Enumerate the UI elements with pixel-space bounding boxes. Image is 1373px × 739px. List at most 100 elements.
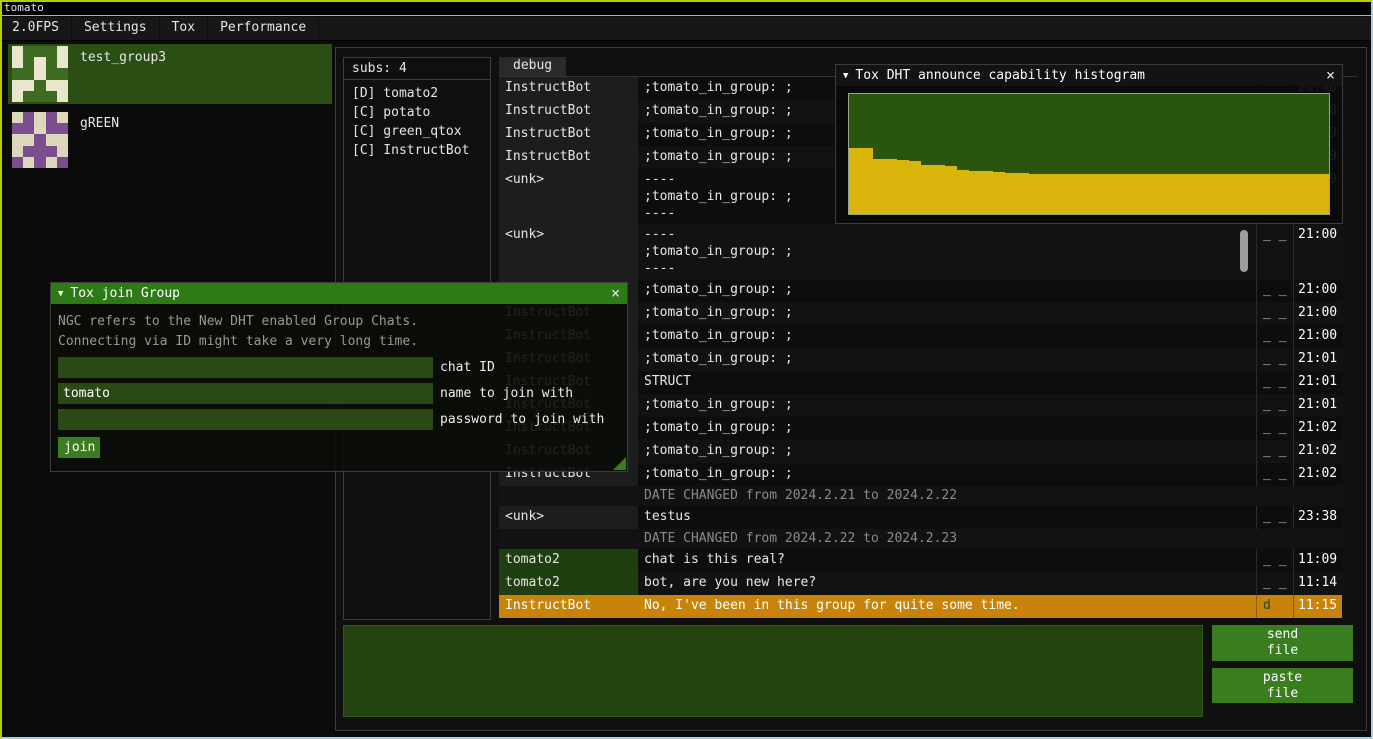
chat-time: 21:01 xyxy=(1293,371,1342,394)
histogram-bar xyxy=(1173,174,1185,214)
histogram-bar xyxy=(897,160,909,214)
histogram-bar xyxy=(1305,174,1317,214)
chat-message: chat is this real? xyxy=(638,549,1256,572)
fps-indicator: 2.0FPS xyxy=(0,17,72,40)
histogram-bar xyxy=(1221,174,1233,214)
chat-sender: InstructBot xyxy=(499,100,638,123)
histogram-bar xyxy=(1245,174,1257,214)
histogram-bar xyxy=(1293,174,1305,214)
histogram-bar xyxy=(1077,174,1089,214)
join-input-0[interactable] xyxy=(58,357,433,378)
chat-row[interactable]: tomato2bot, are you new here?_ _11:14 xyxy=(499,572,1342,595)
collapse-arrow-icon[interactable]: ▼ xyxy=(58,289,63,299)
histogram-bar xyxy=(1197,174,1209,214)
chat-message: ;tomato_in_group: ; xyxy=(638,348,1256,371)
histogram-titlebar[interactable]: ▼ Tox DHT announce capability histogram … xyxy=(836,65,1342,86)
histogram-bar xyxy=(873,159,885,214)
collapse-arrow-icon[interactable]: ▼ xyxy=(843,71,848,81)
histogram-bar xyxy=(1317,174,1329,214)
chat-sender: <unk> xyxy=(499,506,638,529)
chat-message: ;tomato_in_group: ; xyxy=(638,440,1256,463)
member-item[interactable]: [D] tomato2 xyxy=(344,85,490,104)
join-info-lines: NGC refers to the New DHT enabled Group … xyxy=(58,312,620,352)
chat-time: 21:01 xyxy=(1293,394,1342,417)
chat-message: ;tomato_in_group: ; xyxy=(638,394,1256,417)
contact-avatar xyxy=(12,112,68,168)
chat-message: STRUCT xyxy=(638,371,1256,394)
join-group-window: ▼ Tox join Group × NGC refers to the New… xyxy=(50,282,628,472)
paste-file-button[interactable]: paste file xyxy=(1212,668,1353,703)
histogram-bars xyxy=(849,94,1329,214)
join-input-2[interactable] xyxy=(58,409,433,430)
chat-flags: _ _ xyxy=(1256,325,1293,348)
chat-flags: _ _ xyxy=(1256,440,1293,463)
chat-sender: tomato2 xyxy=(499,572,638,595)
message-scrollbar[interactable] xyxy=(1240,230,1248,272)
chat-time: 21:00 xyxy=(1293,325,1342,348)
chat-row[interactable]: tomato2chat is this real?_ _11:09 xyxy=(499,549,1342,572)
histogram-bar xyxy=(933,165,945,214)
histogram-bar xyxy=(945,166,957,214)
chat-message: ;tomato_in_group: ; xyxy=(638,302,1256,325)
chat-time: 21:00 xyxy=(1293,224,1342,279)
histogram-bar xyxy=(1017,173,1029,214)
close-icon[interactable]: × xyxy=(1326,68,1335,83)
histogram-bar xyxy=(849,148,861,214)
send-file-button[interactable]: send file xyxy=(1212,625,1353,661)
histogram-bar xyxy=(1005,173,1017,214)
menu-item-settings[interactable]: Settings xyxy=(72,17,160,40)
histogram-bar xyxy=(1089,174,1101,214)
menu-item-tox[interactable]: Tox xyxy=(160,17,208,40)
chat-flags: _ _ xyxy=(1256,348,1293,371)
contact-list: test_group3gREEN xyxy=(8,44,332,176)
chat-row[interactable]: <unk>testus_ _23:38 xyxy=(499,506,1342,529)
histogram-bar xyxy=(1209,174,1221,214)
date-spacer xyxy=(499,529,638,549)
menu-item-performance[interactable]: Performance xyxy=(208,17,319,40)
chat-message: ;tomato_in_group: ; xyxy=(638,279,1256,302)
chat-row[interactable]: InstructBotNo, I've been in this group f… xyxy=(499,595,1342,618)
member-item[interactable]: [C] InstructBot xyxy=(344,142,490,161)
contact-row-test_group3[interactable]: test_group3 xyxy=(8,44,332,104)
histogram-bar xyxy=(885,159,897,214)
histogram-bar xyxy=(1185,174,1197,214)
join-button[interactable]: join xyxy=(58,437,100,458)
histogram-plot xyxy=(848,93,1330,215)
resize-grip[interactable] xyxy=(613,457,626,470)
contact-row-gREEN[interactable]: gREEN xyxy=(8,110,332,170)
histogram-bar xyxy=(1101,174,1113,214)
histogram-bar xyxy=(1269,174,1281,214)
member-item[interactable]: [C] green_qtox xyxy=(344,123,490,142)
chat-flags: _ _ xyxy=(1256,279,1293,302)
tab-debug[interactable]: debug xyxy=(499,57,566,76)
date-separator: DATE CHANGED from 2024.2.22 to 2024.2.23 xyxy=(499,529,1342,549)
window-titlebar[interactable]: tomato xyxy=(0,0,1373,16)
member-item[interactable]: [C] potato xyxy=(344,104,490,123)
members-header: subs: 4 xyxy=(344,58,490,80)
histogram-bar xyxy=(1257,174,1269,214)
join-group-titlebar[interactable]: ▼ Tox join Group × xyxy=(51,283,627,304)
chat-time: 21:00 xyxy=(1293,279,1342,302)
chat-flags: _ _ xyxy=(1256,549,1293,572)
chat-message: ;tomato_in_group: ; xyxy=(638,463,1256,486)
join-field-label: chat ID xyxy=(440,360,495,375)
chat-time: 23:38 xyxy=(1293,506,1342,529)
date-separator: DATE CHANGED from 2024.2.21 to 2024.2.22 xyxy=(499,486,1342,506)
chat-time: 11:15 xyxy=(1293,595,1342,618)
histogram-bar xyxy=(981,171,993,214)
join-group-title: Tox join Group xyxy=(70,286,180,301)
join-input-1[interactable]: tomato xyxy=(58,383,433,404)
chat-time: 21:02 xyxy=(1293,440,1342,463)
chat-message: testus xyxy=(638,506,1256,529)
chat-row[interactable]: <unk>---- ;tomato_in_group: ; ----_ _21:… xyxy=(499,224,1342,279)
join-field-2: password to join with xyxy=(58,409,620,430)
histogram-bar xyxy=(861,148,873,214)
close-icon[interactable]: × xyxy=(611,286,620,301)
histogram-bar xyxy=(993,172,1005,214)
histogram-bar xyxy=(921,165,933,214)
join-field-0: chat ID xyxy=(58,357,620,378)
chat-flags: _ _ xyxy=(1256,506,1293,529)
chat-time: 21:01 xyxy=(1293,348,1342,371)
menu-bar: 2.0FPSSettingsToxPerformance xyxy=(0,17,1373,41)
message-input[interactable] xyxy=(343,625,1203,717)
